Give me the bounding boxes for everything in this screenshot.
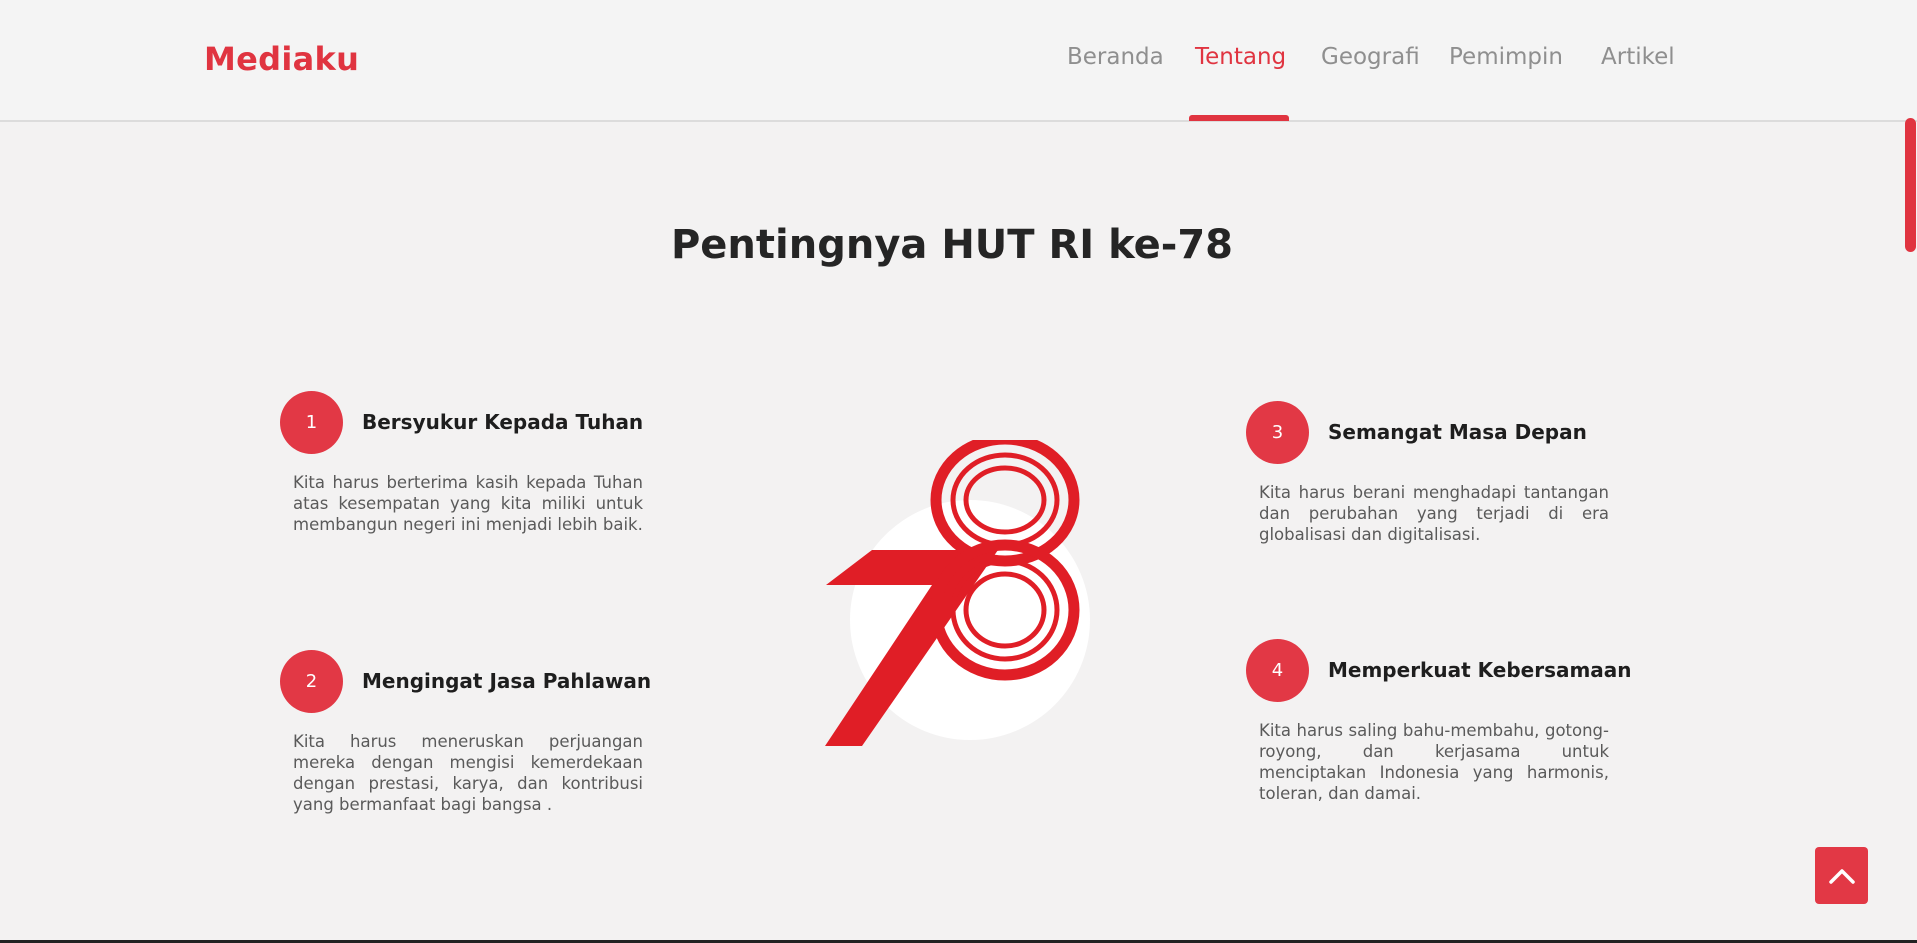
brand-logo[interactable]: Mediaku [204,40,359,78]
back-to-top-button[interactable] [1815,847,1868,904]
section-title: Pentingnya HUT RI ke-78 [670,222,1234,268]
point-number-badge: 3 [1246,401,1309,464]
nav-beranda[interactable]: Beranda [1067,44,1164,70]
chevron-up-icon [1828,868,1855,884]
point-number-badge: 4 [1246,639,1309,702]
point-description: Kita harus berterima kasih kepada Tuhan … [293,473,643,534]
hut-ri-78-logo [825,440,1090,746]
point-description: Kita harus saling bahu-membahu, gotong-r… [1259,721,1609,803]
active-nav-indicator [1189,115,1289,121]
navbar: Mediaku Beranda Tentang Geografi Pemimpi… [0,0,1917,122]
point-title: Semangat Masa Depan [1328,420,1587,444]
point-title: Mengingat Jasa Pahlawan [362,669,652,693]
point-description: Kita harus meneruskan perjuangan mereka … [293,732,643,814]
nav-tentang[interactable]: Tentang [1195,44,1286,70]
point-description: Kita harus berani menghadapi tantangan d… [1259,483,1609,544]
point-number-badge: 1 [280,391,343,454]
point-number-badge: 2 [280,650,343,713]
scrollbar-thumb[interactable] [1905,118,1916,252]
nav-pemimpin[interactable]: Pemimpin [1449,44,1563,70]
nav-geografi[interactable]: Geografi [1321,44,1420,70]
point-title: Bersyukur Kepada Tuhan [362,410,644,434]
nav-artikel[interactable]: Artikel [1601,44,1675,70]
point-title: Memperkuat Kebersamaan [1328,658,1632,682]
